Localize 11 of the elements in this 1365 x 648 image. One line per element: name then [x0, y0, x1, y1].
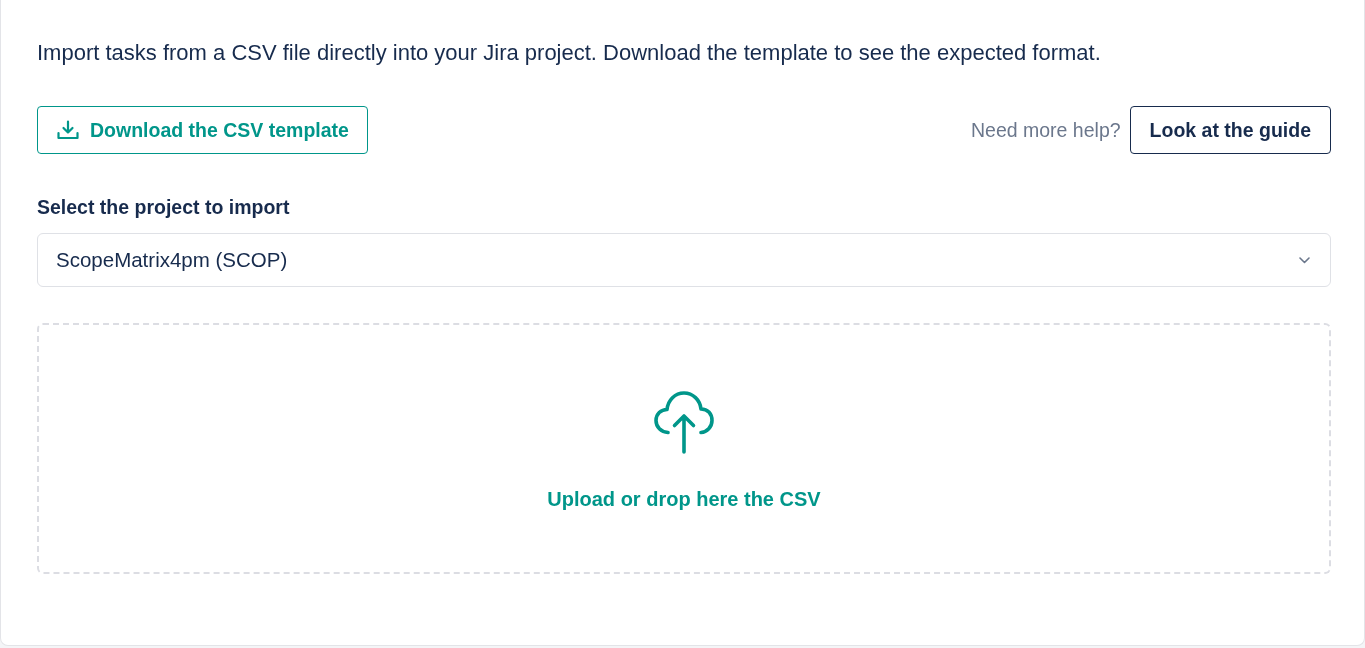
chevron-down-icon	[1299, 256, 1310, 264]
guide-button[interactable]: Look at the guide	[1129, 106, 1331, 154]
intro-text: Import tasks from a CSV file directly into your Jira project. Download the template to see the expected format.	[37, 39, 1102, 67]
cloud-upload-icon	[654, 391, 714, 454]
download-template-button[interactable]: Download the CSV template	[37, 106, 368, 154]
upload-dropzone[interactable]: Upload or drop here the CSV	[37, 323, 1331, 574]
download-icon	[57, 120, 79, 140]
upload-text: Upload or drop here the CSV	[547, 488, 821, 511]
project-select[interactable]: ScopeMatrix4pm (SCOP)	[37, 233, 1331, 287]
help-text: Need more help?	[971, 118, 1121, 142]
project-label: Select the project to import	[37, 195, 291, 219]
